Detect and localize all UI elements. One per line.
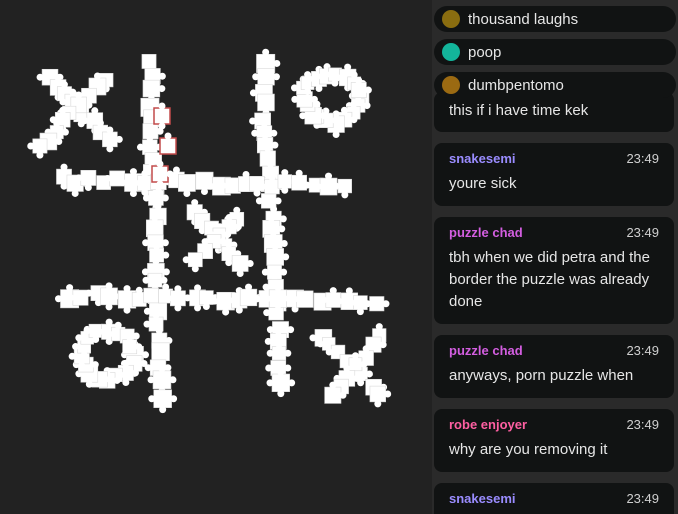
puzzle-piece[interactable] <box>178 174 196 197</box>
online-users: thousand laughs poop dumbpentomo <box>434 6 676 105</box>
user-pill[interactable]: dumbpentomo <box>434 72 676 98</box>
message-time: 23:49 <box>626 151 659 166</box>
puzzle-canvas[interactable] <box>0 0 432 514</box>
puzzle-piece[interactable] <box>143 287 159 304</box>
puzzle-piece[interactable] <box>136 134 163 155</box>
user-color-dot <box>442 10 460 28</box>
user-pill[interactable]: thousand laughs <box>434 6 676 32</box>
chat-panel: this if i have time kek snakesemi 23:49 … <box>432 0 678 514</box>
puzzle-piece[interactable] <box>148 389 178 414</box>
puzzle-piece[interactable] <box>231 255 254 278</box>
chat-message: snakesemi 23:49 youre sick <box>434 143 674 206</box>
puzzle-piece[interactable] <box>182 252 203 273</box>
user-color-dot <box>442 76 460 94</box>
message-text: youre sick <box>449 175 517 192</box>
puzzle-piece[interactable] <box>364 296 390 312</box>
user-color-dot <box>442 43 460 61</box>
message-time: 23:49 <box>626 491 659 506</box>
puzzle-piece[interactable] <box>151 342 170 361</box>
chat-message: puzzle chad 23:49 anyways, porn puzzle w… <box>434 335 674 398</box>
chat-message: snakesemi 23:49 <box>434 483 674 514</box>
message-time: 23:49 <box>626 417 659 432</box>
puzzle-board[interactable] <box>0 0 432 514</box>
message-time: 23:49 <box>626 225 659 240</box>
message-author[interactable]: puzzle chad <box>449 343 523 358</box>
message-author[interactable]: puzzle chad <box>449 225 523 240</box>
chat-message: puzzle chad 23:49 tbh when we did petra … <box>434 217 674 324</box>
message-author[interactable]: snakesemi <box>449 151 516 166</box>
message-text: anyways, porn puzzle when <box>449 367 634 384</box>
user-name: dumbpentomo <box>468 76 564 94</box>
user-name: thousand laughs <box>468 10 579 28</box>
message-text: tbh when we did petra and the border the… <box>449 249 650 310</box>
puzzle-piece[interactable] <box>159 132 177 155</box>
puzzle-piece[interactable] <box>27 138 48 159</box>
user-pill[interactable]: poop <box>434 39 676 65</box>
message-author[interactable]: snakesemi <box>449 491 516 506</box>
message-time: 23:49 <box>626 343 659 358</box>
message-author[interactable]: robe enjoyer <box>449 417 527 432</box>
user-name: poop <box>468 43 502 61</box>
message-text: why are you removing it <box>449 441 608 458</box>
chat-message: robe enjoyer 23:49 why are you removing … <box>434 409 674 472</box>
puzzle-piece[interactable] <box>369 385 392 408</box>
